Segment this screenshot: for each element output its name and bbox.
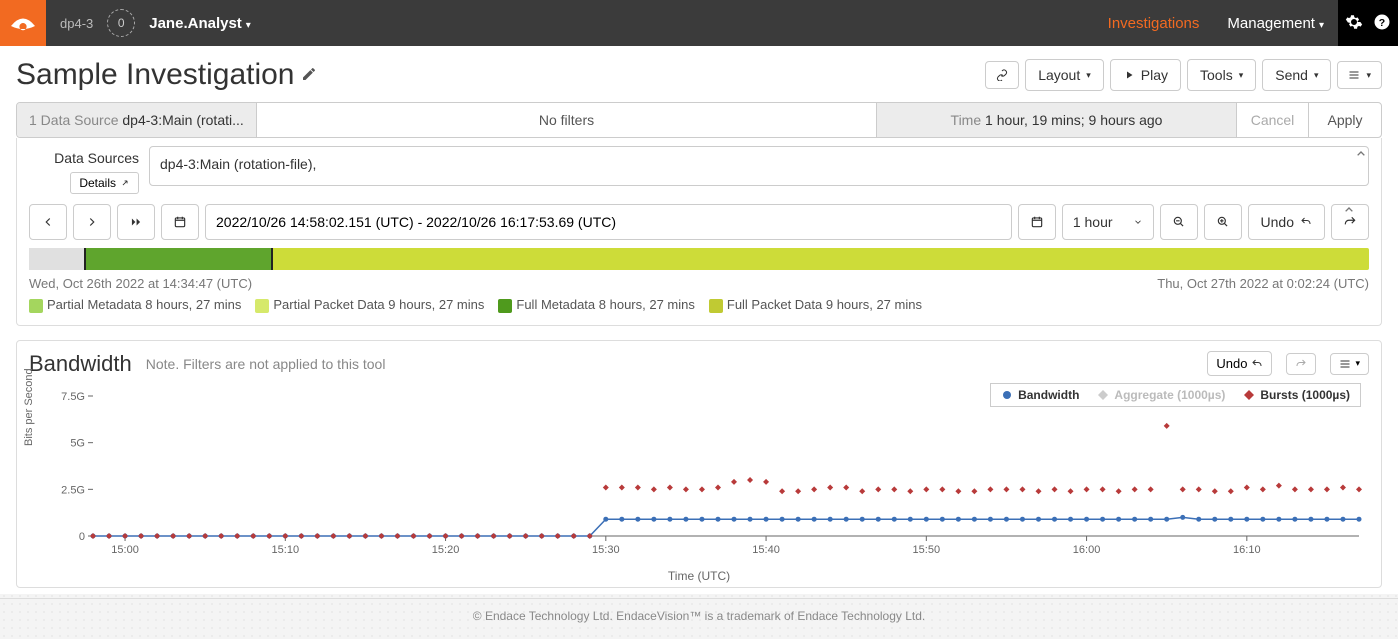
summary-cancel: Cancel <box>1237 103 1309 137</box>
jump-to-end-button[interactable] <box>117 204 155 240</box>
redo-icon <box>1295 358 1307 370</box>
task-count-badge[interactable]: 0 <box>107 9 135 37</box>
tools-button[interactable]: Tools▾ <box>1187 59 1256 91</box>
step-back-button[interactable] <box>29 204 67 240</box>
density-start-time: Wed, Oct 26th 2022 at 14:34:47 (UTC) <box>29 276 252 291</box>
chevron-right-icon <box>85 215 99 229</box>
svg-text:0: 0 <box>79 531 85 543</box>
zoom-in-icon <box>1216 215 1230 229</box>
summary-filters[interactable]: No filters <box>257 103 877 137</box>
svg-text:16:10: 16:10 <box>1233 544 1261 556</box>
summary-time[interactable]: Time 1 hour, 19 mins; 9 hours ago <box>877 103 1237 137</box>
legend-bandwidth[interactable]: Bandwidth <box>1001 388 1079 402</box>
bandwidth-undo-button[interactable]: Undo <box>1207 351 1272 376</box>
bandwidth-chart[interactable]: 0 2.5G 5G 7.5G 15:00 15:10 15:20 15:30 15:40 15:5… <box>35 381 1369 571</box>
chart-y-axis-label: Bits per Second <box>23 368 35 446</box>
chevron-down-icon <box>1133 217 1143 227</box>
svg-text:15:30: 15:30 <box>592 544 620 556</box>
datasources-details-button[interactable]: Details <box>70 172 139 194</box>
density-legend: Partial Metadata 8 hours, 27 mins Partial… <box>29 297 1369 313</box>
expand-icon <box>120 178 130 188</box>
nav-investigations[interactable]: Investigations <box>1094 15 1214 32</box>
main-content: Sample Investigation Layout▾ Play Tools▾… <box>0 46 1398 594</box>
brand-logo[interactable] <box>0 0 46 46</box>
svg-text:2.5G: 2.5G <box>61 484 85 496</box>
density-legend-item: Partial Metadata 8 hours, 27 mins <box>29 297 241 313</box>
zoom-out-icon <box>1172 215 1186 229</box>
footer: © Endace Technology Ltd. EndaceVision™ i… <box>0 598 1398 629</box>
nav-management[interactable]: Management▾ <box>1213 15 1338 32</box>
svg-text:15:50: 15:50 <box>913 544 941 556</box>
calendar-start-button[interactable] <box>161 204 199 240</box>
bandwidth-title: Bandwidth <box>29 351 132 377</box>
time-range-input[interactable] <box>205 204 1012 240</box>
fast-forward-icon <box>129 215 143 229</box>
undo-icon <box>1251 358 1263 370</box>
chart-legend: Bandwidth Aggregate (1000µs) Bursts (100… <box>990 383 1361 407</box>
summary-datasource[interactable]: 1 Data Source dp4-3:Main (rotati... <box>17 103 257 137</box>
density-legend-item: Partial Packet Data 9 hours, 27 mins <box>255 297 484 313</box>
bandwidth-note: Note. Filters are not applied to this to… <box>146 356 386 372</box>
calendar-icon <box>173 215 187 229</box>
zoom-in-button[interactable] <box>1204 204 1242 240</box>
bandwidth-menu-button[interactable]: ▾ <box>1330 353 1369 375</box>
play-icon <box>1123 69 1135 81</box>
svg-text:15:40: 15:40 <box>752 544 780 556</box>
svg-text:15:00: 15:00 <box>111 544 139 556</box>
send-button[interactable]: Send▾ <box>1262 59 1331 91</box>
hamburger-icon <box>1348 69 1360 81</box>
link-icon <box>996 69 1008 81</box>
collapse-datasources-icon[interactable] <box>1353 146 1369 165</box>
help-icon[interactable]: ? <box>1373 13 1391 34</box>
time-preset-select[interactable]: 1 hour <box>1062 204 1154 240</box>
legend-aggregate[interactable]: Aggregate (1000µs) <box>1097 388 1225 402</box>
step-forward-button[interactable] <box>73 204 111 240</box>
density-legend-item: Full Metadata 8 hours, 27 mins <box>498 297 694 313</box>
settings-icon[interactable] <box>1345 13 1363 34</box>
summary-apply[interactable]: Apply <box>1309 103 1381 137</box>
density-selection[interactable] <box>84 248 273 270</box>
time-undo-button[interactable]: Undo <box>1248 204 1325 240</box>
density-legend-item: Full Packet Data 9 hours, 27 mins <box>709 297 922 313</box>
query-panel: Data Sources Details dp4-3:Main (rotatio… <box>16 138 1382 326</box>
link-button[interactable] <box>985 61 1019 89</box>
svg-text:5G: 5G <box>70 437 85 449</box>
density-end-time: Thu, Oct 27th 2022 at 0:02:24 (UTC) <box>1157 276 1369 291</box>
density-bar[interactable] <box>29 248 1369 270</box>
page-title: Sample Investigation <box>16 58 295 92</box>
user-menu[interactable]: Jane.Analyst▾ <box>135 15 265 32</box>
datasources-label: Data Sources <box>29 150 139 166</box>
bandwidth-panel: Bandwidth Note. Filters are not applied … <box>16 340 1382 588</box>
environment-label: dp4-3 <box>46 16 107 31</box>
top-nav: dp4-3 0 Jane.Analyst▾ Investigations Man… <box>0 0 1398 46</box>
calendar-end-button[interactable] <box>1018 204 1056 240</box>
summary-bar: 1 Data Source dp4-3:Main (rotati... No f… <box>16 102 1382 138</box>
more-menu-button[interactable]: ▾ <box>1337 61 1382 89</box>
zoom-out-button[interactable] <box>1160 204 1198 240</box>
hamburger-icon <box>1339 358 1351 370</box>
svg-text:?: ? <box>1379 16 1385 28</box>
svg-text:15:10: 15:10 <box>272 544 300 556</box>
chevron-left-icon <box>41 215 55 229</box>
collapse-time-icon[interactable] <box>1341 202 1357 221</box>
bandwidth-redo-button <box>1286 353 1316 375</box>
svg-text:16:00: 16:00 <box>1073 544 1101 556</box>
svg-text:15:20: 15:20 <box>432 544 460 556</box>
play-button[interactable]: Play <box>1110 59 1181 91</box>
legend-bursts[interactable]: Bursts (1000µs) <box>1243 388 1350 402</box>
datasources-input[interactable]: dp4-3:Main (rotation-file), <box>149 146 1369 186</box>
calendar-icon <box>1030 215 1044 229</box>
edit-title-icon[interactable] <box>301 66 317 85</box>
undo-icon <box>1300 216 1312 228</box>
svg-text:7.5G: 7.5G <box>61 391 85 403</box>
layout-button[interactable]: Layout▾ <box>1025 59 1104 91</box>
